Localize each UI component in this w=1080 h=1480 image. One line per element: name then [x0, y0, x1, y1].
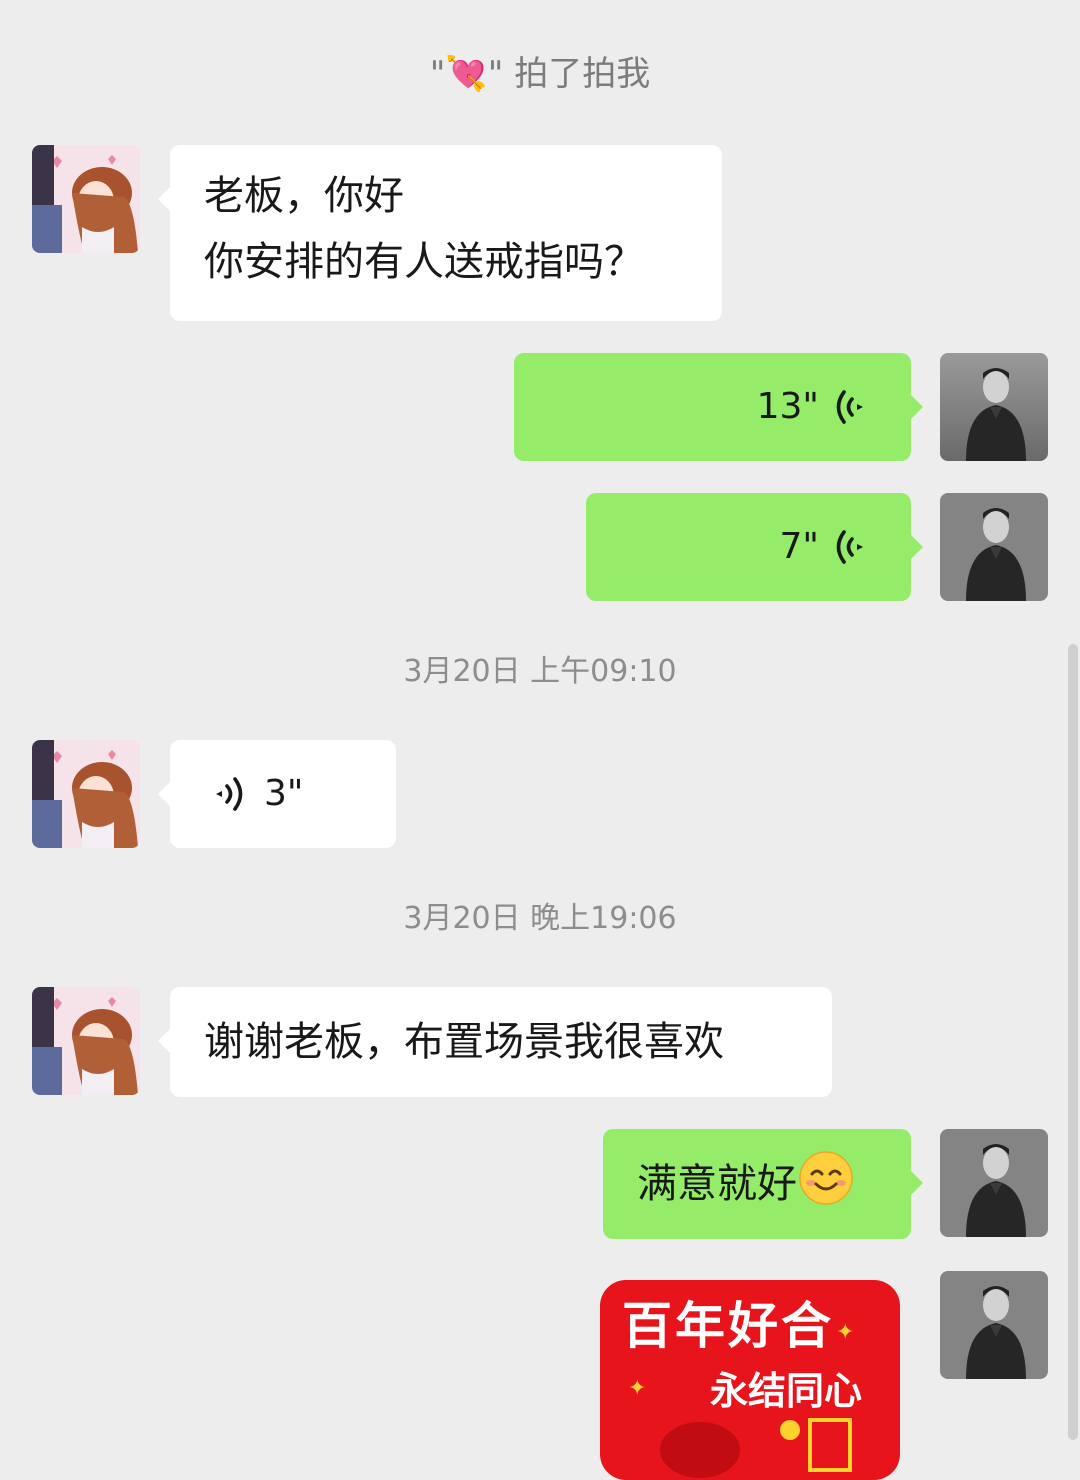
voice-wave-icon — [833, 389, 863, 425]
my-avatar[interactable] — [940, 353, 1048, 461]
smile-emoji-icon — [799, 1151, 853, 1205]
voice-wave-icon — [833, 529, 863, 565]
voice-message-bubble[interactable]: 13" — [514, 353, 923, 461]
sticker-title: 百年好合 — [622, 1297, 834, 1355]
timestamp: 3月20日 上午09:10 — [403, 654, 677, 689]
message-bubble[interactable]: 满意就好 — [603, 1129, 923, 1239]
voice-message-bubble[interactable]: 3" — [158, 740, 396, 848]
message-bubble[interactable]: 老板，你好 你安排的有人送戒指吗？ — [158, 145, 722, 321]
sticker-subtitle: 永结同心 — [710, 1369, 863, 1413]
pat-quote-close: " — [487, 54, 504, 94]
message-text: 满意就好 — [637, 1161, 797, 1207]
sparkle-icon: ✦ — [628, 1376, 647, 1401]
contact-avatar[interactable] — [32, 987, 140, 1095]
sticker-message[interactable]: 百年好合 永结同心 ✦ ✦ — [600, 1280, 900, 1480]
contact-avatar[interactable] — [32, 740, 140, 848]
message-text: 谢谢老板，布置场景我很喜欢 — [204, 1019, 724, 1065]
scrollbar[interactable] — [1068, 644, 1078, 1440]
message-bubble[interactable]: 谢谢老板，布置场景我很喜欢 — [158, 987, 832, 1097]
my-avatar[interactable] — [940, 493, 1048, 601]
timestamp: 3月20日 晚上19:06 — [403, 901, 677, 936]
voice-wave-icon — [216, 776, 246, 812]
message-text-line: 老板，你好 — [204, 173, 404, 219]
heart-arrow-emoji: 💘 — [445, 54, 488, 94]
sparkle-icon: ✦ — [836, 1320, 855, 1345]
contact-avatar[interactable] — [32, 145, 140, 253]
sticker-decoration — [660, 1418, 852, 1478]
pat-quote-open: " — [429, 54, 446, 94]
voice-duration: 7" — [779, 526, 819, 567]
voice-duration: 13" — [756, 386, 819, 427]
voice-message-bubble[interactable]: 7" — [586, 493, 923, 601]
message-text-line: 你安排的有人送戒指吗？ — [204, 239, 644, 285]
pat-notification: "💘" 拍了拍我 — [0, 54, 1080, 94]
my-avatar[interactable] — [940, 1129, 1048, 1237]
pat-action-text: 拍了拍我 — [514, 54, 651, 94]
my-avatar[interactable] — [940, 1271, 1048, 1379]
voice-duration: 3" — [264, 773, 304, 814]
